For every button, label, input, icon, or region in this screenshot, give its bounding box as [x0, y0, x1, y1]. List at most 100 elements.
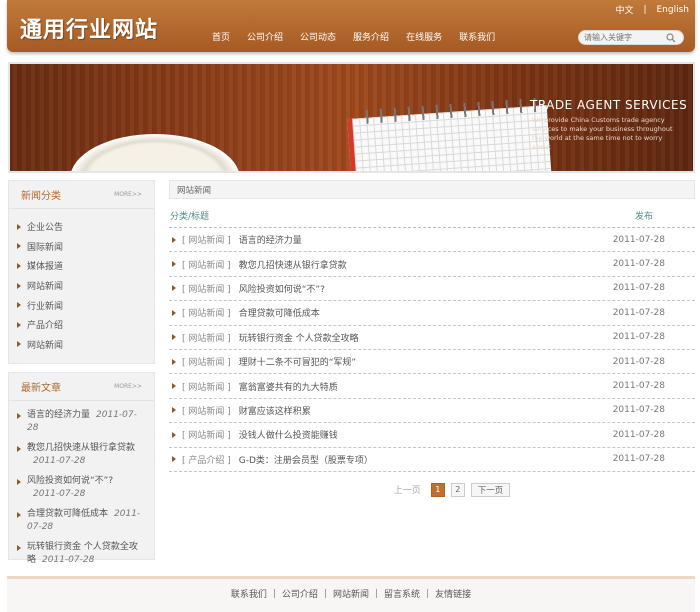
- category-item[interactable]: 网站新闻: [17, 276, 154, 296]
- pagination: 上一页 1 2 下一页: [169, 482, 695, 497]
- arrow-right-icon: [17, 243, 21, 250]
- latest-articles-panel: 最新文章 MORE>> 语言的经济力量 2011-07-28 教您几招快速从银行拿…: [8, 372, 155, 565]
- news-list: [ 网站新闻 ] 语言的经济力量 2011-07-28 [ 网站新闻 ] 教您几招快速…: [169, 227, 695, 472]
- column-title: 分类/标题: [170, 212, 210, 222]
- article-date: 2011-07-28: [33, 489, 86, 499]
- latest-article-list: 语言的经济力量 2011-07-28 教您几招快速从银行拿贷款2011-07-28…: [9, 401, 154, 567]
- search-icon[interactable]: [666, 32, 676, 43]
- lang-chinese[interactable]: 中文: [615, 3, 633, 16]
- site-logo[interactable]: 通用行业网站: [20, 12, 158, 44]
- news-title[interactable]: 富翁富婆共有的九大特质: [239, 380, 613, 393]
- news-row[interactable]: [ 网站新闻 ] 财富应该这样积累 2011-07-28: [169, 399, 695, 424]
- latest-article-item[interactable]: 玩转银行资金 个人贷款全攻略 2011-07-28: [17, 541, 142, 567]
- latest-article-item[interactable]: 教您几招快速从银行拿贷款 2011-07-28: [17, 442, 142, 468]
- category-label: 产品介绍: [27, 321, 64, 332]
- more-link[interactable]: MORE>>: [114, 191, 142, 198]
- news-row[interactable]: [ 网站新闻 ] 玩转银行资金 个人贷款全攻略 2011-07-28: [169, 326, 695, 350]
- banner-subtitle: We provide China Customs trade agency se…: [532, 116, 673, 151]
- news-date: 2011-07-28: [612, 234, 665, 245]
- more-link[interactable]: MORE>>: [114, 383, 142, 390]
- category-item[interactable]: 企业公告: [17, 217, 154, 237]
- banner-title: TRADE AGENT SERVICES: [530, 98, 688, 112]
- arrow-right-icon: [172, 431, 176, 438]
- next-page-button[interactable]: 下一页: [470, 482, 511, 497]
- news-row[interactable]: [ 网站新闻 ] 合理贷款可降低成本 2011-07-28: [169, 301, 695, 326]
- arrow-right-icon: [172, 236, 176, 243]
- category-label: 媒体报道: [27, 262, 64, 273]
- article-date: 2011-07-28: [42, 555, 95, 565]
- arrow-right-icon: [17, 302, 21, 309]
- article-title: 风险投资如何说“不”?: [27, 476, 114, 486]
- latest-article-item[interactable]: 风险投资如何说“不”? 2011-07-28: [17, 475, 142, 501]
- hero-banner: TRADE AGENT SERVICES We provide China Cu…: [8, 62, 695, 173]
- news-date: 2011-07-28: [612, 307, 665, 318]
- column-date: 发布: [634, 212, 653, 222]
- news-title[interactable]: 合理贷款可降低成本: [239, 306, 613, 319]
- footer-link-contact[interactable]: 联系我们: [231, 587, 267, 600]
- category-item[interactable]: 产品介绍: [17, 315, 154, 335]
- news-row[interactable]: [ 网站新闻 ] 没钱人做什么投资能赚钱 2011-07-28: [169, 423, 695, 448]
- news-title[interactable]: 教您几招快速从银行拿贷款: [239, 258, 613, 271]
- news-row[interactable]: [ 网站新闻 ] 语言的经济力量 2011-07-28: [169, 228, 695, 253]
- category-item[interactable]: 国际新闻: [17, 237, 154, 257]
- footer-link-news[interactable]: 网站新闻: [333, 587, 369, 600]
- news-category[interactable]: [ 网站新闻 ]: [182, 428, 231, 441]
- main-content: 网站新闻 分类/标题 发布 [ 网站新闻 ] 语言的经济力量 2011-07-28 …: [169, 180, 695, 497]
- news-date: 2011-07-28: [612, 405, 665, 416]
- arrow-right-icon: [17, 479, 21, 485]
- footer-link-guestbook[interactable]: 留言系统: [384, 587, 420, 600]
- page-2-button[interactable]: 2: [450, 482, 465, 497]
- nav-about[interactable]: 公司介绍: [247, 30, 283, 43]
- page-1-button[interactable]: 1: [430, 482, 445, 497]
- news-title[interactable]: 财富应该这样积累: [239, 404, 613, 417]
- footer-link-about[interactable]: 公司介绍: [282, 587, 318, 600]
- nav-contact[interactable]: 联系我们: [459, 30, 495, 43]
- arrow-right-icon: [172, 309, 176, 316]
- nav-news[interactable]: 公司动态: [300, 30, 336, 43]
- news-row[interactable]: [ 产品介绍 ] G-D类：注册会员型（股票专项） 2011-07-28: [169, 448, 695, 472]
- search-input[interactable]: [584, 33, 666, 42]
- news-category[interactable]: [ 网站新闻 ]: [182, 331, 231, 344]
- news-title[interactable]: 理财十二条不可冒犯的“军规”: [239, 355, 613, 368]
- footer-link-friends[interactable]: 友情链接: [435, 587, 471, 600]
- news-category[interactable]: [ 网站新闻 ]: [182, 380, 231, 393]
- latest-article-item[interactable]: 合理贷款可降低成本 2011-07-28: [17, 508, 142, 534]
- nav-services[interactable]: 服务介绍: [353, 30, 389, 43]
- news-category[interactable]: [ 网站新闻 ]: [182, 404, 231, 417]
- arrow-right-icon: [17, 341, 21, 348]
- news-title[interactable]: 语言的经济力量: [239, 233, 613, 246]
- footer-links: 联系我们 | 公司介绍 | 网站新闻 | 留言系统 | 友情链接: [7, 579, 695, 601]
- news-title[interactable]: 风险投资如何说“不”?: [239, 282, 613, 295]
- category-item[interactable]: 网站新闻: [17, 335, 154, 355]
- category-item[interactable]: 行业新闻: [17, 295, 154, 315]
- arrow-right-icon: [17, 321, 21, 328]
- news-title[interactable]: 没钱人做什么投资能赚钱: [239, 428, 613, 441]
- arrow-right-icon: [17, 545, 21, 551]
- latest-article-item[interactable]: 语言的经济力量 2011-07-28: [17, 409, 142, 435]
- news-date: 2011-07-28: [612, 332, 665, 343]
- arrow-right-icon: [172, 358, 176, 365]
- news-category[interactable]: [ 网站新闻 ]: [182, 233, 231, 246]
- footer-separator: |: [426, 588, 430, 599]
- news-category[interactable]: [ 网站新闻 ]: [182, 282, 231, 295]
- news-title[interactable]: 玩转银行资金 个人贷款全攻略: [239, 331, 613, 344]
- arrow-right-icon: [172, 261, 176, 268]
- news-row[interactable]: [ 网站新闻 ] 教您几招快速从银行拿贷款 2011-07-28: [169, 252, 695, 277]
- lang-english[interactable]: English: [657, 5, 690, 15]
- lang-separator: |: [643, 4, 647, 15]
- news-category[interactable]: [ 网站新闻 ]: [182, 258, 231, 271]
- news-title[interactable]: G-D类：注册会员型（股票专项）: [239, 453, 613, 466]
- footer-separator: |: [323, 588, 327, 599]
- news-row[interactable]: [ 网站新闻 ] 理财十二条不可冒犯的“军规” 2011-07-28: [169, 350, 695, 375]
- news-row[interactable]: [ 网站新闻 ] 富翁富婆共有的九大特质 2011-07-28: [169, 374, 695, 399]
- category-item[interactable]: 媒体报道: [17, 256, 154, 276]
- prev-page-link[interactable]: 上一页: [394, 483, 421, 496]
- news-category[interactable]: [ 产品介绍 ]: [182, 453, 231, 466]
- news-category[interactable]: [ 网站新闻 ]: [182, 355, 231, 368]
- nav-online-service[interactable]: 在线服务: [406, 30, 442, 43]
- news-date: 2011-07-28: [612, 259, 665, 270]
- news-category[interactable]: [ 网站新闻 ]: [182, 306, 231, 319]
- news-row[interactable]: [ 网站新闻 ] 风险投资如何说“不”? 2011-07-28: [169, 277, 695, 302]
- news-date: 2011-07-28: [612, 381, 665, 392]
- nav-home[interactable]: 首页: [212, 30, 230, 43]
